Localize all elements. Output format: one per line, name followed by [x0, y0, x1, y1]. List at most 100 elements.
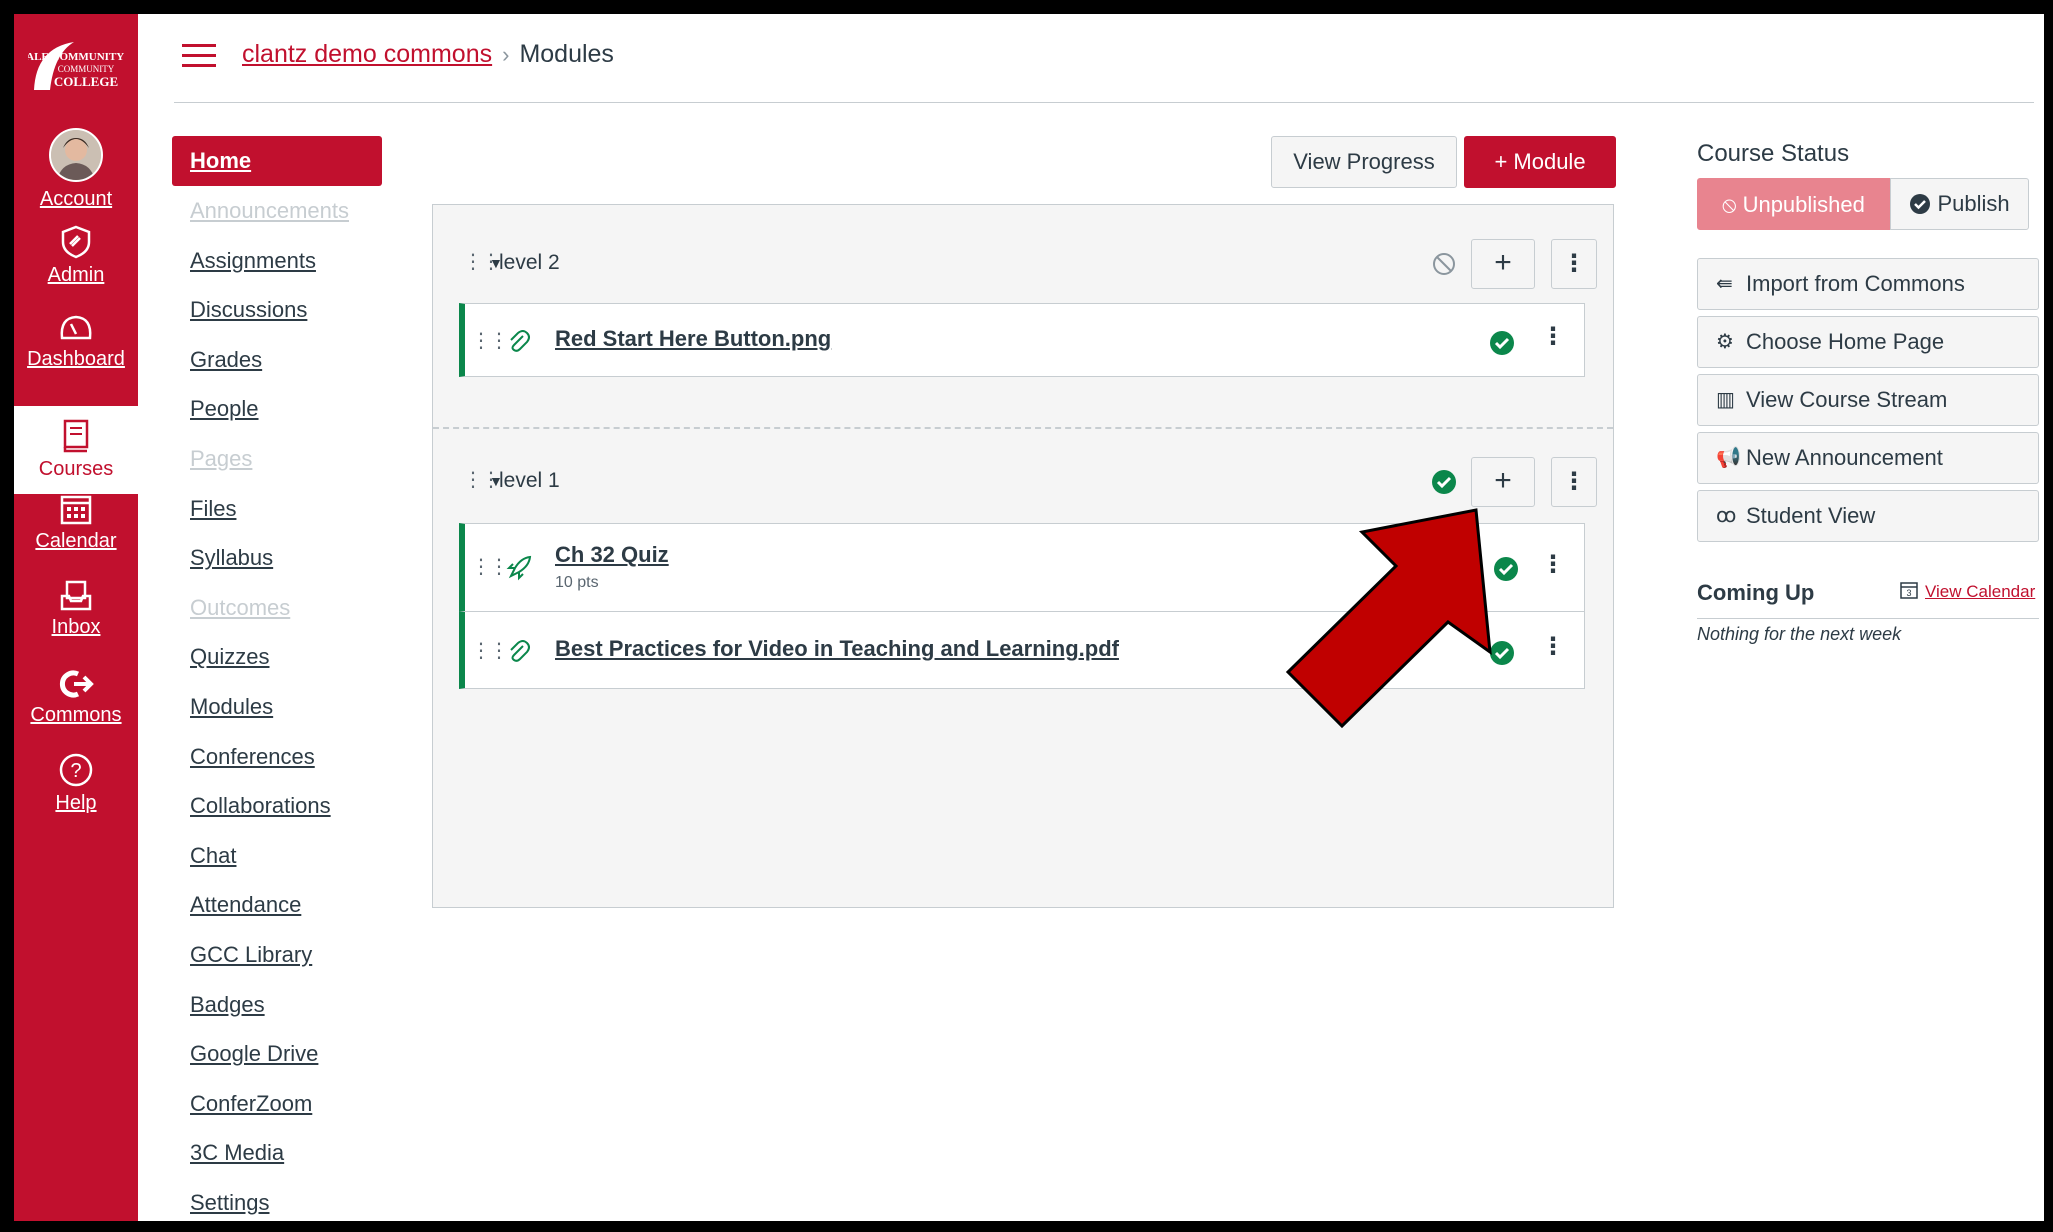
drag-handle-icon[interactable]: ⋮⋮ [471, 328, 509, 353]
course-nav-home[interactable]: Home [172, 136, 382, 186]
module-item[interactable]: ⋮⋮ Red Start Here Button.png ⋮ [459, 303, 1585, 377]
course-nav-google-drive[interactable]: Google Drive [172, 1029, 382, 1079]
global-nav-account[interactable]: Account [14, 128, 138, 211]
new-announcement-label: New Announcement [1746, 445, 1943, 470]
unpublished-label: Unpublished [1742, 192, 1865, 217]
item-menu-button[interactable]: ⋮ [1541, 632, 1565, 661]
logo-line-1: GLENDALE COMMUNITY COLLEGE [28, 51, 124, 63]
course-nav-syllabus[interactable]: Syllabus [172, 533, 382, 583]
attachment-icon [510, 330, 530, 352]
coming-up-divider [1697, 618, 2039, 619]
view-progress-button[interactable]: View Progress [1271, 136, 1457, 188]
add-module-button[interactable]: + Module [1464, 136, 1616, 188]
annotation-arrow [1285, 508, 1492, 729]
publish-check-icon [1910, 194, 1931, 214]
view-calendar-label: View Calendar [1925, 582, 2036, 601]
app-frame: GLENDALE COMMUNITY COLLEGE COMMUNITY COL… [14, 14, 2044, 1221]
svg-text:COMMUNITY: COMMUNITY [58, 64, 115, 74]
drag-handle-icon[interactable]: ⋮⋮ [471, 638, 509, 663]
view-calendar-link[interactable]: 3 View Calendar [1899, 580, 2035, 602]
coming-up-title: Coming Up [1697, 580, 1815, 605]
global-nav-help-label: Help [55, 792, 97, 814]
course-nav-files[interactable]: Files [172, 484, 382, 534]
module-header[interactable]: ⋮⋮ ▼ level 2 + ⋮ [433, 235, 1613, 295]
course-nav-assignments[interactable]: Assignments [172, 236, 382, 286]
course-nav-people[interactable]: People [172, 384, 382, 434]
course-nav-outcomes[interactable]: Outcomes [172, 583, 382, 633]
svg-text:COLLEGE: COLLEGE [54, 74, 118, 89]
global-nav-help[interactable]: ? Help [14, 752, 138, 815]
course-nav-settings[interactable]: Settings [172, 1178, 382, 1221]
unpublished-button[interactable]: ⦸ Unpublished [1697, 178, 1890, 230]
course-nav-conferzoom[interactable]: ConferZoom [172, 1079, 382, 1129]
course-nav-discussions[interactable]: Discussions [172, 285, 382, 335]
course-nav-attendance[interactable]: Attendance [172, 880, 382, 930]
course-nav-pages[interactable]: Pages [172, 434, 382, 484]
breadcrumb-course-link[interactable]: clantz demo commons [242, 40, 492, 68]
calendar-icon [60, 495, 92, 525]
course-nav-3c-media[interactable]: 3C Media [172, 1128, 382, 1178]
module-item-title[interactable]: Best Practices for Video in Teaching and… [555, 636, 1119, 662]
module-menu-button[interactable]: ⋮ [1551, 457, 1597, 507]
breadcrumb-current: Modules [519, 40, 614, 68]
choose-home-page-button[interactable]: ⚙ Choose Home Page [1697, 316, 2039, 368]
svg-text:?: ? [70, 760, 81, 782]
publish-button[interactable]: Publish [1890, 178, 2029, 230]
choose-home-page-label: Choose Home Page [1746, 329, 1945, 354]
course-nav-modules[interactable]: Modules [172, 682, 382, 732]
course-nav-conferences[interactable]: Conferences [172, 732, 382, 782]
course-nav: Home Announcements Assignments Discussio… [172, 136, 382, 1221]
course-nav-announcements[interactable]: Announcements [172, 186, 382, 236]
item-menu-button[interactable]: ⋮ [1541, 322, 1565, 351]
global-nav-calendar[interactable]: Calendar [14, 492, 138, 553]
header-divider [174, 102, 2034, 103]
course-nav-chat[interactable]: Chat [172, 831, 382, 881]
shield-icon [61, 225, 91, 259]
global-nav-courses[interactable]: Courses [14, 406, 138, 494]
breadcrumb: clantz demo commons › Modules [242, 40, 614, 69]
import-from-commons-label: Import from Commons [1746, 271, 1965, 296]
course-menu-toggle[interactable] [182, 44, 216, 68]
course-status-title: Course Status [1697, 140, 1850, 167]
college-logo[interactable]: GLENDALE COMMUNITY COLLEGE COMMUNITY COL… [14, 34, 181, 94]
published-check-icon[interactable] [1489, 330, 1515, 356]
global-nav-inbox[interactable]: Inbox [14, 580, 138, 639]
module-item-title[interactable]: Ch 32 Quiz [555, 542, 669, 568]
commons-icon [59, 670, 94, 698]
add-item-button[interactable]: + [1471, 457, 1535, 507]
import-from-commons-button[interactable]: ⇚ Import from Commons [1697, 258, 2039, 310]
add-item-button[interactable]: + [1471, 239, 1535, 289]
new-announcement-button[interactable]: 📢 New Announcement [1697, 432, 2039, 484]
global-nav-dashboard[interactable]: Dashboard [14, 312, 138, 371]
global-nav-courses-label: Courses [38, 458, 114, 480]
drag-handle-icon[interactable]: ⋮⋮ [471, 554, 509, 579]
courses-icon [63, 419, 89, 453]
published-check-icon[interactable] [1431, 469, 1457, 495]
module-item-title[interactable]: Red Start Here Button.png [555, 326, 831, 352]
attachment-icon [510, 640, 530, 662]
student-view-label: Student View [1746, 503, 1876, 528]
course-nav-grades[interactable]: Grades [172, 335, 382, 385]
module-item-points: 10 pts [555, 574, 599, 591]
global-nav-account-label: Account [39, 188, 113, 210]
inbox-icon [60, 580, 92, 611]
global-nav-inbox-label: Inbox [51, 616, 101, 638]
course-nav-collaborations[interactable]: Collaborations [172, 781, 382, 831]
item-menu-button[interactable]: ⋮ [1541, 550, 1565, 579]
global-nav-admin[interactable]: Admin [14, 224, 138, 287]
course-nav-badges[interactable]: Badges [172, 980, 382, 1030]
module-menu-button[interactable]: ⋮ [1551, 239, 1597, 289]
global-nav-commons[interactable]: Commons [14, 668, 138, 727]
global-nav-dashboard-label: Dashboard [27, 348, 125, 370]
gear-icon: ⚙ [1716, 331, 1734, 353]
view-course-stream-button[interactable]: ▥ View Course Stream [1697, 374, 2039, 426]
student-view-button[interactable]: ꝏ Student View [1697, 490, 2039, 542]
module-title: level 1 [499, 469, 560, 492]
module-divider [433, 427, 1613, 429]
unpublished-icon: ⦸ [1722, 192, 1743, 217]
unpublished-icon[interactable] [1431, 251, 1457, 277]
megaphone-icon: 📢 [1716, 447, 1741, 469]
course-nav-quizzes[interactable]: Quizzes [172, 632, 382, 682]
course-nav-gcc-library[interactable]: GCC Library [172, 930, 382, 980]
global-nav: GLENDALE COMMUNITY COLLEGE COMMUNITY COL… [14, 14, 181, 1221]
